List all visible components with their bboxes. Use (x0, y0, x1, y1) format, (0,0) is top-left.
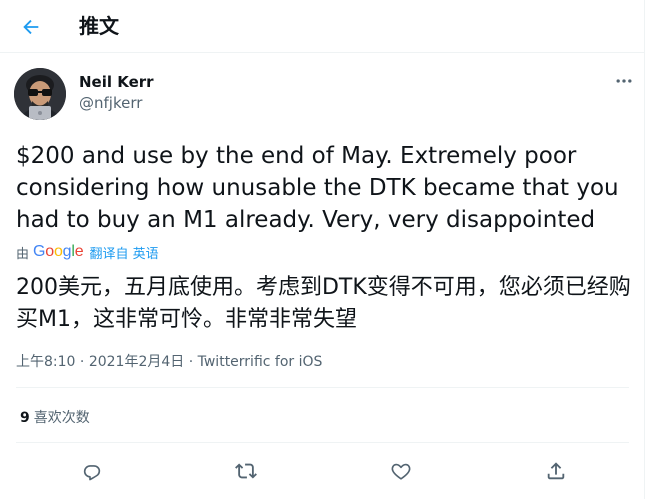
share-icon (547, 462, 565, 480)
translated-by-label: 由 (16, 246, 30, 262)
meta-separator: · (75, 354, 89, 370)
tweet-detail-panel: 推文 Neil Kerr @nfjkerr $200 and use by th… (0, 0, 645, 499)
translated-from-link[interactable]: 翻译自 英语 (89, 243, 158, 262)
author-name[interactable]: Neil Kerr (79, 73, 154, 92)
avatar-image (14, 68, 66, 120)
likes-count: 9 (20, 410, 30, 426)
divider (16, 387, 629, 388)
avatar[interactable] (14, 68, 66, 120)
reply-button[interactable] (75, 454, 109, 488)
more-horizontal-icon (616, 79, 632, 83)
likes-stat[interactable]: 9 喜欢次数 (20, 408, 90, 428)
translated-tweet-text: 200美元，五月底使用。考虑到DTK变得不可用，您必须已经购买M1，这非常可怜。… (16, 275, 631, 332)
tweet-meta: 上午8:10 · 2021年2月4日 · Twitterrific for iO… (16, 352, 322, 372)
arrow-left-icon (23, 19, 39, 35)
likes-label: 喜欢次数 (33, 410, 90, 426)
more-button[interactable] (609, 69, 639, 93)
tweet-source[interactable]: Twitterrific for iOS (198, 354, 323, 370)
tweet-time[interactable]: 上午8:10 (16, 354, 75, 370)
divider (16, 442, 629, 443)
retweet-button[interactable] (229, 454, 263, 488)
page-header: 推文 (0, 0, 645, 53)
tweet-date[interactable]: 2021年2月4日 (89, 354, 184, 370)
retweet-icon (235, 463, 257, 479)
page-title: 推文 (79, 14, 119, 38)
meta-separator: · (184, 354, 198, 370)
author-handle[interactable]: @nfjkerr (79, 94, 142, 113)
heart-icon (391, 463, 411, 480)
google-logo: Google (33, 243, 84, 260)
tweet-actions (0, 454, 645, 490)
tweet-text: $200 and use by the end of May. Extremel… (16, 143, 619, 233)
reply-icon (83, 465, 101, 481)
share-button[interactable] (539, 454, 573, 488)
translation-attribution: 由 Google 翻译自 英语 (16, 242, 159, 262)
back-button[interactable] (13, 9, 49, 45)
like-button[interactable] (384, 454, 418, 488)
